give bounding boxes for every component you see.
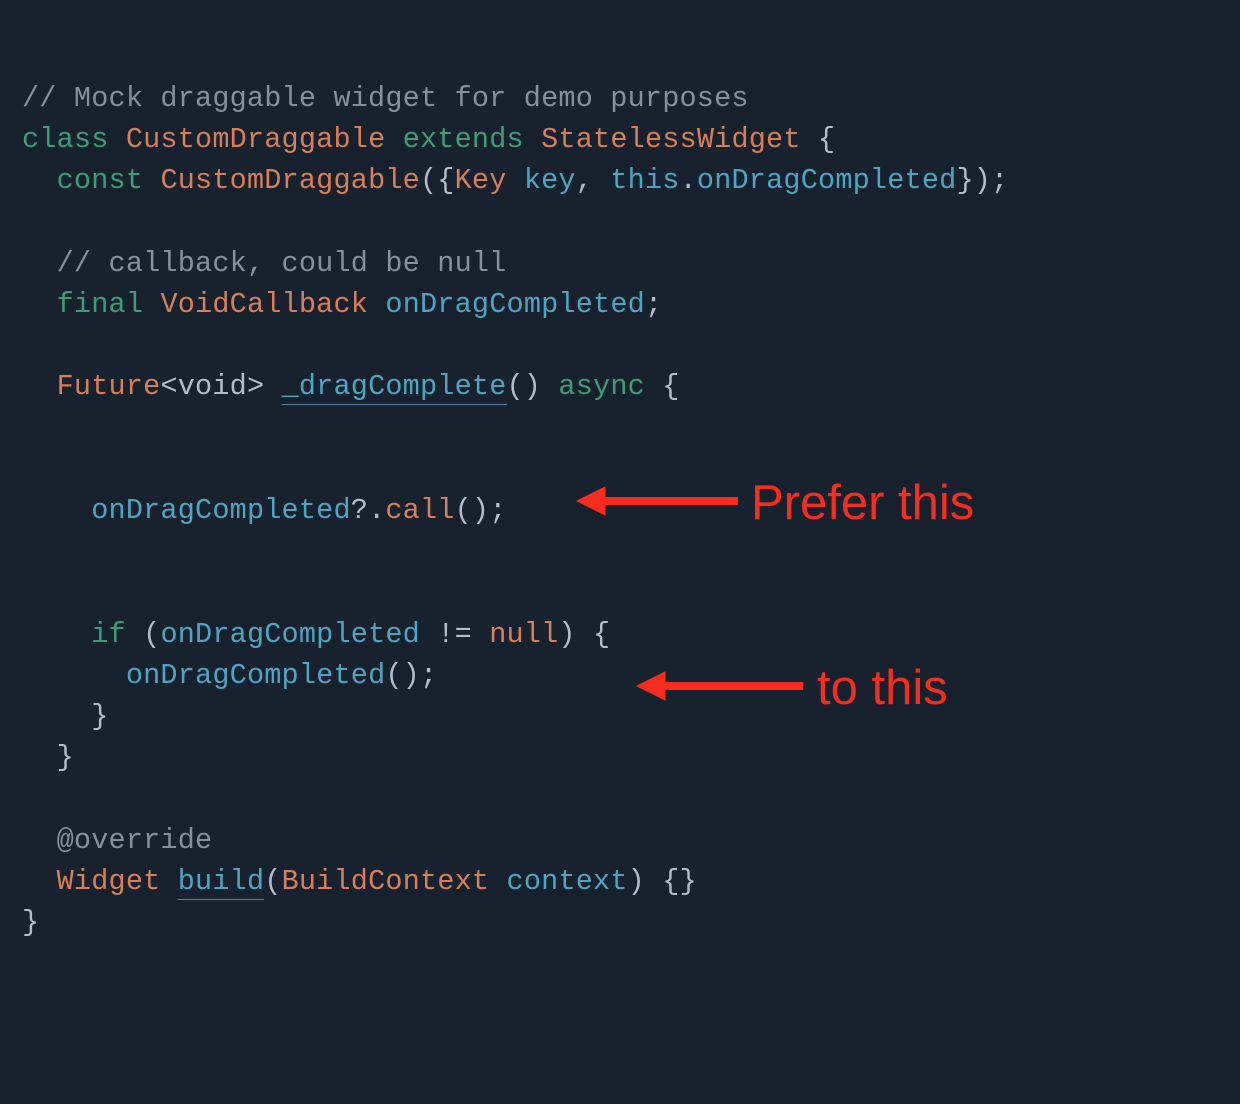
code-line-5: // callback, could be null (22, 247, 506, 280)
code-line-6: final VoidCallback onDragCompleted; (22, 288, 662, 321)
annotation-to-this: to this (817, 660, 948, 716)
code-line-20: Widget build(BuildContext context) {} (22, 865, 697, 900)
code-line-2: class CustomDraggable extends StatelessW… (22, 123, 835, 156)
code-line-1: // Mock draggable widget for demo purpos… (22, 82, 749, 115)
code-line-11: onDragCompleted?.call(); (22, 494, 507, 527)
code-line-14: if (onDragCompleted != null) { (22, 618, 610, 651)
code-line-21: } (22, 906, 39, 939)
arrow-icon (635, 668, 805, 704)
code-line-16: } (22, 700, 109, 733)
annotation-prefer-this: Prefer this (751, 475, 974, 531)
arrow-icon (575, 483, 740, 519)
code-line-8: Future<void> _dragComplete() async { (22, 370, 680, 405)
code-line-17: } (22, 741, 74, 774)
code-line-15: onDragCompleted(); (22, 659, 437, 692)
code-line-19: @override (22, 824, 212, 857)
code-line-3: const CustomDraggable({Key key, this.onD… (22, 164, 1008, 197)
